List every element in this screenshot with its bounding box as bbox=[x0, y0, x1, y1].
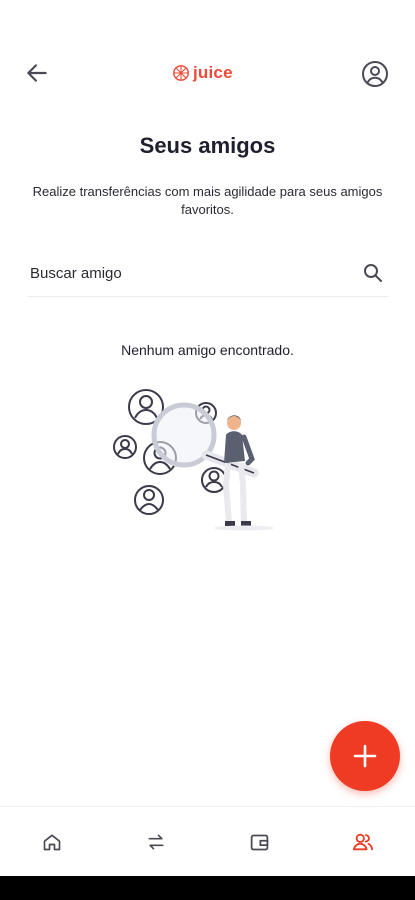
page-title: Seus amigos bbox=[139, 133, 276, 158]
system-navigation-bar bbox=[0, 876, 415, 900]
search-icon[interactable] bbox=[361, 261, 385, 285]
page-subtitle: Realize transferências com mais agilidad… bbox=[32, 184, 383, 217]
nav-item-friends[interactable] bbox=[311, 807, 415, 877]
logo-text: juice bbox=[193, 63, 233, 82]
nav-item-transfers[interactable] bbox=[104, 807, 208, 877]
logo-mark-icon bbox=[173, 65, 189, 81]
top-bar: juice bbox=[0, 0, 415, 130]
user-circle-icon bbox=[362, 61, 388, 87]
nav-item-home[interactable] bbox=[0, 807, 104, 877]
search-input[interactable] bbox=[28, 260, 352, 286]
friend-search-illustration bbox=[113, 389, 274, 531]
bottom-nav bbox=[0, 806, 415, 877]
arrow-left-icon bbox=[27, 64, 47, 82]
empty-state-message: Nenhum amigo encontrado. bbox=[121, 342, 294, 358]
home-icon bbox=[43, 834, 61, 851]
juice-logo: juice bbox=[172, 60, 233, 86]
back-button[interactable] bbox=[22, 58, 52, 88]
profile-button[interactable] bbox=[359, 58, 391, 90]
search-bar bbox=[28, 252, 388, 297]
plus-icon bbox=[353, 744, 377, 768]
nav-item-wallet[interactable] bbox=[208, 807, 312, 877]
add-friend-button[interactable] bbox=[330, 721, 400, 791]
wallet-icon bbox=[250, 834, 269, 850]
friends-icon bbox=[353, 833, 374, 851]
transfer-icon bbox=[148, 834, 164, 850]
